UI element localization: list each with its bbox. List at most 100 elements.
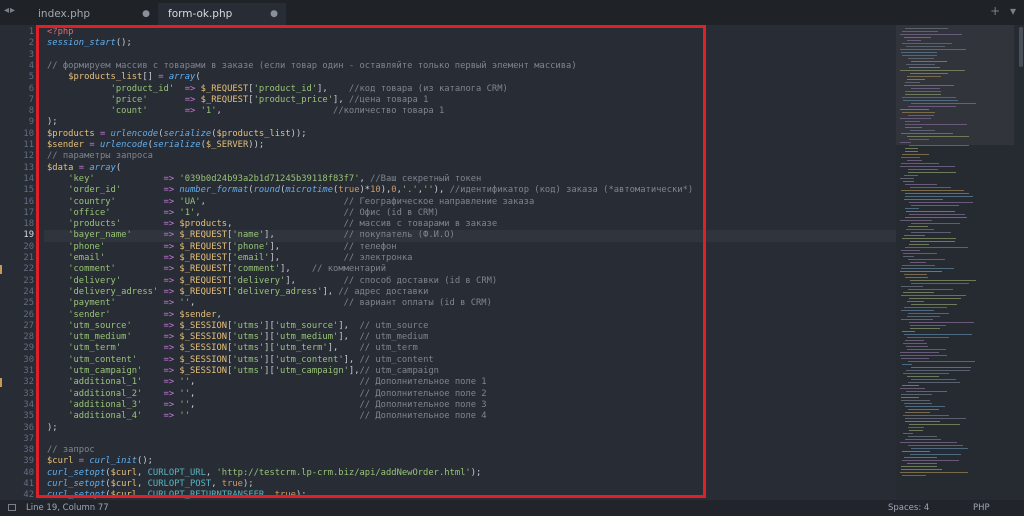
line-number[interactable]: 26 — [4, 310, 34, 321]
line-number[interactable]: 16 — [4, 197, 34, 208]
syntax-mode[interactable]: PHP — [973, 500, 990, 516]
code-line[interactable]: 'office' => '1', // Офис (id в CRM) — [47, 208, 439, 219]
code-line[interactable]: 'additional_4' => '' // Дополнительное п… — [47, 411, 486, 422]
code-line[interactable]: $products_list[] = array( — [47, 72, 200, 83]
code-line[interactable]: 'product_id' => $_REQUEST['product_id'],… — [47, 84, 508, 95]
code-line[interactable]: 'delivery_adress' => $_REQUEST['delivery… — [47, 287, 428, 298]
line-number[interactable]: 3 — [4, 50, 34, 61]
line-number[interactable]: 31 — [4, 366, 34, 377]
code-line[interactable]: 'bayer_name' => $_REQUEST['name'], // по… — [47, 230, 455, 241]
line-number[interactable]: 27 — [4, 321, 34, 332]
code-line[interactable]: curl_setopt($curl, CURLOPT_URL, 'http://… — [47, 468, 481, 479]
line-number[interactable]: 38 — [4, 445, 34, 456]
line-number[interactable]: 22 — [4, 264, 34, 275]
line-number[interactable]: 11 — [4, 140, 34, 151]
line-number[interactable]: 8 — [4, 106, 34, 117]
minimap-line — [909, 322, 974, 323]
code-line[interactable]: 'utm_content' => $_SESSION['utms']['utm_… — [47, 355, 433, 366]
code-line[interactable]: 'delivery' => $_REQUEST['delivery'], // … — [47, 276, 497, 287]
code-line[interactable]: 'products' => $products, // массив с тов… — [47, 219, 497, 230]
line-number[interactable]: 19 — [4, 230, 34, 241]
code-line[interactable]: 'utm_term' => $_SESSION['utms']['utm_ter… — [47, 343, 418, 354]
code-line[interactable]: 'payment' => '', // вариант оплаты (id в… — [47, 298, 492, 309]
line-number[interactable]: 10 — [4, 129, 34, 140]
tab-form-ok-php[interactable]: form-ok.php ● — [158, 3, 286, 25]
minimap-line — [901, 52, 937, 53]
line-number[interactable]: 39 — [4, 456, 34, 467]
code-line[interactable]: $sender = urlencode(serialize($_SERVER))… — [47, 140, 264, 151]
line-number[interactable]: 34 — [4, 400, 34, 411]
cursor-position[interactable]: Line 19, Column 77 — [26, 500, 109, 516]
code-line[interactable]: $products = urlencode(serialize($product… — [47, 129, 307, 140]
code-line[interactable]: 'count' => '1', //количество товара 1 — [47, 106, 445, 117]
indentation-setting[interactable]: Spaces: 4 — [888, 500, 929, 516]
line-number[interactable]: 5 — [4, 72, 34, 83]
line-number[interactable]: 21 — [4, 253, 34, 264]
code-line[interactable]: 'country' => 'UA', // Географическое нап… — [47, 197, 534, 208]
code-line[interactable]: // параметры запроса — [47, 151, 153, 162]
code-line[interactable]: $curl = curl_init(); — [47, 456, 153, 467]
code-line[interactable]: ); — [47, 423, 58, 434]
code-editor[interactable]: <?php session_start(); // формируем массив… — [44, 25, 896, 500]
minimap[interactable] — [896, 25, 1024, 500]
line-number[interactable]: 30 — [4, 355, 34, 366]
line-number[interactable]: 35 — [4, 411, 34, 422]
code-line[interactable]: 'additional_1' => '', // Дополнительное … — [47, 377, 486, 388]
line-number[interactable]: 29 — [4, 343, 34, 354]
line-number[interactable]: 6 — [4, 84, 34, 95]
line-number[interactable]: 9 — [4, 117, 34, 128]
line-number[interactable]: 1 — [4, 27, 34, 38]
code-line[interactable]: 'key' => '039b0d24b93a2b1d71245b39118f83… — [47, 174, 481, 185]
minimap-line — [904, 199, 943, 200]
code-line[interactable]: curl_setopt($curl, CURLOPT_POST, true); — [47, 479, 254, 490]
code-line[interactable]: 'phone' => $_REQUEST['phone'], // телефо… — [47, 242, 396, 253]
code-line[interactable]: session_start(); — [47, 38, 132, 49]
line-number[interactable]: 32 — [4, 377, 34, 388]
line-number[interactable]: 4 — [4, 61, 34, 72]
line-number[interactable]: 37 — [4, 434, 34, 445]
line-number[interactable]: 20 — [4, 242, 34, 253]
code-line[interactable]: 'additional_2' => '', // Дополнительное … — [47, 389, 486, 400]
code-line[interactable]: 'utm_source' => $_SESSION['utms']['utm_s… — [47, 321, 428, 332]
line-number[interactable]: 24 — [4, 287, 34, 298]
code-line[interactable]: 'utm_medium' => $_SESSION['utms']['utm_m… — [47, 332, 428, 343]
line-number[interactable]: 13 — [4, 163, 34, 174]
new-tab-plus-icon[interactable]: + — [990, 4, 1000, 18]
line-number[interactable]: 33 — [4, 389, 34, 400]
tab-menu-chevron-icon[interactable]: ▾ — [1010, 4, 1016, 18]
line-number[interactable]: 18 — [4, 219, 34, 230]
code-line[interactable]: // запрос — [47, 445, 95, 456]
line-number[interactable]: 17 — [4, 208, 34, 219]
tab-close-icon[interactable]: ● — [270, 3, 278, 25]
tab-close-icon[interactable]: ● — [142, 3, 150, 25]
line-number[interactable]: 25 — [4, 298, 34, 309]
code-line[interactable]: 'email' => $_REQUEST['email'], // электр… — [47, 253, 412, 264]
code-line[interactable]: $data = array( — [47, 163, 121, 174]
line-number[interactable]: 23 — [4, 276, 34, 287]
line-number[interactable]: 2 — [4, 38, 34, 49]
line-number[interactable]: 40 — [4, 468, 34, 479]
line-number[interactable]: 41 — [4, 479, 34, 490]
code-line[interactable]: 'additional_3' => '', // Дополнительное … — [47, 400, 486, 411]
line-number[interactable]: 12 — [4, 151, 34, 162]
code-line[interactable]: 'order_id' => number_format(round(microt… — [47, 185, 693, 196]
line-number-gutter[interactable]: 1 2 3 4 5 6 7 8 9 10 11 12 13 14 15 16 17 18 19 20 21 22 23 24 2… — [0, 25, 44, 500]
line-number[interactable]: 15 — [4, 185, 34, 196]
line-number[interactable]: 28 — [4, 332, 34, 343]
line-number[interactable]: 36 — [4, 423, 34, 434]
code-line[interactable]: 'comment' => $_REQUEST['comment'], // ко… — [47, 264, 386, 275]
code-line[interactable]: ); — [47, 117, 58, 128]
line-number[interactable]: 14 — [4, 174, 34, 185]
tab-index-php[interactable]: index.php ● — [28, 3, 158, 25]
code-line[interactable]: 'price' => $_REQUEST['product_price'], /… — [47, 95, 429, 106]
line-number[interactable]: 7 — [4, 95, 34, 106]
code-line[interactable]: // формируем массив с товарами в заказе … — [47, 61, 577, 72]
vertical-scrollbar[interactable] — [1018, 25, 1024, 500]
code-line[interactable]: 'utm_campaign' => $_SESSION['utms']['utm… — [47, 366, 439, 377]
tab-nav-arrows-icon[interactable]: ◂▸ — [4, 5, 16, 16]
code-line[interactable]: 'sender' => $sender, — [47, 310, 222, 321]
minimap-line — [910, 130, 935, 131]
scrollbar-thumb[interactable] — [1019, 27, 1023, 67]
code-line[interactable]: <?php — [47, 27, 73, 38]
panel-toggle-icon[interactable] — [8, 504, 16, 511]
